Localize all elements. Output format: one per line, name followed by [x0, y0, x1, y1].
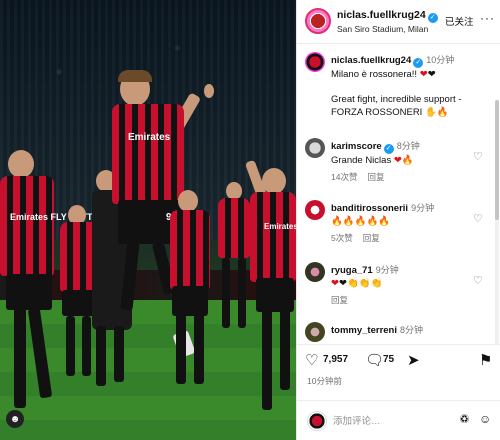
comment-time: 9分钟 [375, 265, 399, 275]
comment-username[interactable]: tommy_terreni [331, 325, 397, 336]
center-shirt-sponsor: Emirates [128, 132, 171, 143]
comment-text: Grande Niclas [331, 155, 392, 166]
comment-time: 8分钟 [396, 141, 420, 151]
comments-scrollbar[interactable] [495, 100, 499, 344]
caption-time: 10分钟 [426, 55, 455, 65]
current-user-avatar [307, 411, 327, 431]
post-side-panel: niclas.fuellkrug24 ✓ San Siro Stadium, Mi… [296, 0, 500, 440]
fire-icon: 🔥 [401, 155, 414, 166]
right-shirt-sponsor: Emirates [264, 222, 296, 231]
author-avatar[interactable] [305, 8, 331, 34]
comment-count[interactable]: 75 [383, 354, 394, 365]
save-bookmark-icon[interactable]: ⚑ [479, 351, 492, 369]
verified-badge-icon: ✓ [383, 144, 394, 154]
comment-likes[interactable]: 14次赞 [331, 172, 357, 182]
heart-icon: ❤ [393, 155, 402, 166]
post-header: niclas.fuellkrug24 ✓ San Siro Stadium, Mi… [297, 0, 500, 44]
fire-icon: 🔥 [436, 107, 449, 118]
add-comment-bar: ♽ ☺ [297, 400, 500, 440]
like-comment-icon[interactable]: ♡ [473, 274, 483, 287]
like-icon[interactable]: ♡ [305, 351, 318, 369]
post-time: 10分钟前 [307, 376, 342, 386]
commenter-avatar[interactable] [305, 138, 325, 158]
following-button[interactable]: 已关注 [445, 14, 474, 28]
share-icon[interactable]: ➤ [407, 351, 420, 369]
muscle-icon: ✋ [424, 107, 437, 118]
more-options-icon[interactable]: ··· [480, 11, 495, 25]
add-comment-input[interactable] [333, 413, 453, 429]
comment-time: 8分钟 [400, 325, 424, 335]
like-comment-icon[interactable]: ♡ [473, 150, 483, 163]
like-comment-icon[interactable]: ♡ [473, 212, 483, 225]
shirt-sponsor: Emirates FLY BETTER [10, 212, 106, 222]
commenter-avatar[interactable] [305, 322, 325, 342]
comments-list[interactable]: niclas.fuellkrug24 ✓ 10分钟 Milano è rossone… [297, 44, 500, 344]
caption-username[interactable]: niclas.fuellkrug24 [331, 55, 411, 66]
reply-button[interactable]: 回复 [331, 295, 348, 305]
comment-username[interactable]: banditirossonerii [331, 203, 408, 214]
comment-icon[interactable]: 🗨 [365, 351, 384, 369]
gif-icon[interactable]: ♽ [459, 412, 470, 426]
comment-username[interactable]: ryuga_71 [331, 265, 373, 276]
reply-button[interactable]: 回复 [363, 233, 380, 243]
post-actions: ♡ 7,957 🗨 75 ➤ ⚑ 10分钟前 [297, 344, 500, 400]
scroll-thumb[interactable] [495, 100, 499, 220]
post-photo[interactable]: Emirates FLY BETTER Emirates 9 Emirates … [0, 0, 296, 440]
fire-icons: 🔥🔥🔥🔥🔥 [331, 216, 391, 227]
commenter-avatar[interactable] [305, 262, 325, 282]
reply-button[interactable]: 回复 [367, 172, 384, 182]
caption-line-2: Great fight, incredible support - FORZA … [331, 94, 462, 118]
caption-avatar[interactable] [305, 52, 325, 72]
author-username-row[interactable]: niclas.fuellkrug24 ✓ [337, 9, 438, 23]
comment-username[interactable]: karimscore [331, 141, 382, 152]
heart-icon: ❤ [419, 69, 428, 80]
like-count[interactable]: 7,957 [323, 354, 348, 365]
caption-line-1: Milano è rossonera!! ❤❤ [331, 69, 436, 80]
comment-time: 9分钟 [411, 203, 435, 213]
commenter-avatar[interactable] [305, 200, 325, 220]
emoji-icon[interactable]: ☺ [479, 412, 491, 426]
tagged-users-icon[interactable]: ☻ [6, 410, 24, 428]
post-location[interactable]: San Siro Stadium, Milan [337, 24, 428, 34]
comment-emoji: ❤❤👏👏👏 [331, 278, 383, 289]
verified-badge-icon: ✓ [427, 13, 438, 23]
comment-likes[interactable]: 5次赞 [331, 233, 353, 243]
author-username[interactable]: niclas.fuellkrug24 [337, 9, 426, 21]
black-heart-icon: ❤ [427, 69, 436, 80]
verified-badge-icon: ✓ [413, 58, 424, 68]
instagram-post-modal: Emirates FLY BETTER Emirates 9 Emirates … [0, 0, 500, 440]
